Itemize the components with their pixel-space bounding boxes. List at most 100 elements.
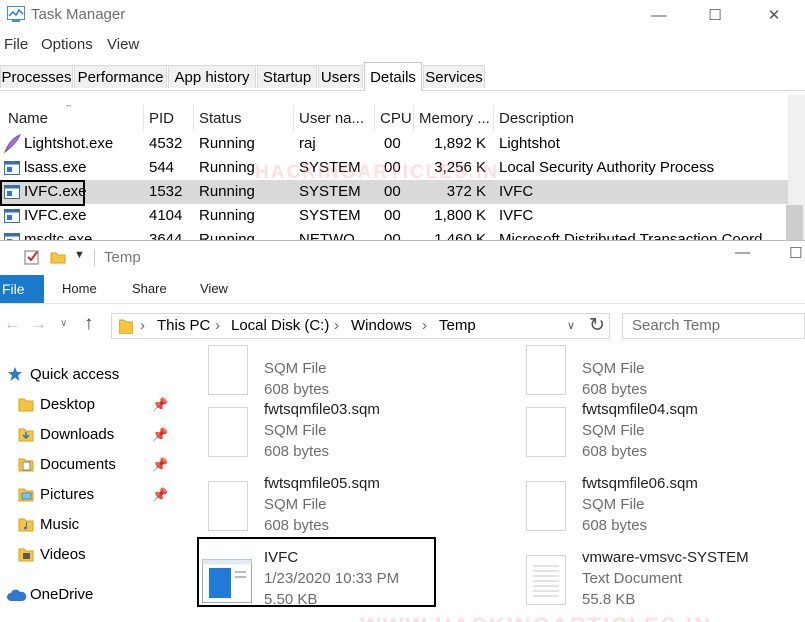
nav-item-documents[interactable]: Documents 📌 [0,453,175,477]
minimize-button[interactable]: — [636,0,682,30]
nav-item-downloads[interactable]: Downloads 📌 [0,423,175,447]
breadcrumb-local-disk[interactable]: Local Disk (C:) [231,317,329,334]
column-header-memory[interactable]: Memory ... [413,105,493,131]
column-header-name[interactable]: Name ⌃ [0,105,143,131]
process-user: NETWO... [299,231,368,240]
nav-item-videos[interactable]: Videos [0,543,175,567]
back-icon[interactable]: ← [4,314,21,334]
tab-services[interactable]: Services [423,65,485,88]
address-bar[interactable]: › This PC › Local Disk (C:) › Windows › … [111,313,610,339]
process-description: Microsoft Distributed Transaction Coord.… [499,231,775,240]
menu-file[interactable]: File [4,36,28,53]
nav-item-label: Pictures [40,486,95,503]
file-icon [526,481,566,531]
search-input[interactable]: Search Temp [622,313,805,339]
ribbon-tab-home[interactable]: Home [62,275,97,303]
title-bar: Task Manager — ☐ ✕ [0,0,805,32]
pin-icon[interactable]: 📌 [152,483,168,507]
window-title: Temp [104,249,141,266]
process-cpu: 00 [384,207,401,224]
breadcrumb-separator-icon: › [140,317,145,334]
nav-item-label: Desktop [40,396,96,413]
process-row[interactable]: IVFC.exe 4104 Running SYSTEM 00 1,800 K IVFC [0,204,788,228]
close-button[interactable]: ✕ [751,0,797,30]
nav-item-onedrive[interactable]: OneDrive [0,583,175,607]
tab-performance[interactable]: Performance [74,65,167,88]
nav-item-desktop[interactable]: Desktop 📌 [0,393,175,417]
maximize-button[interactable]: ☐ [789,244,802,262]
nav-item-label: Quick access [30,366,120,383]
file-list: SQM File 608 bytes SQM File 608 bytes fwtsqm… [190,345,805,622]
nav-item-pictures[interactable]: Pictures 📌 [0,483,175,507]
nav-item-label: OneDrive [30,586,94,603]
nav-item-label: Documents [40,456,116,473]
tab-processes[interactable]: Processes [0,65,73,88]
file-item[interactable]: fwtsqmfile06.sqm SQM File 608 bytes [518,475,805,545]
file-name: fwtsqmfile05.sqm [264,475,380,492]
sort-ascending-icon: ⌃ [64,105,74,115]
file-item[interactable]: SQM File 608 bytes [518,339,805,409]
scrollbar-thumb[interactable] [786,205,803,240]
feather-icon [4,132,22,156]
process-pid: 3644 [149,231,183,240]
process-list: Lightshot.exe 4532 Running raj 00 1,892 K Ligh… [0,132,788,240]
properties-icon[interactable] [24,249,40,265]
process-name: IVFC.exe [24,207,87,224]
documents-icon [18,456,34,480]
minimize-button[interactable]: — [735,244,750,261]
process-memory: 1,800 K [434,207,486,224]
ribbon-tab-view[interactable]: View [200,275,228,303]
pin-icon[interactable]: 📌 [152,393,168,417]
nav-item-label: Music [40,516,80,533]
file-size: 608 bytes [264,517,330,534]
file-item[interactable]: fwtsqmfile05.sqm SQM File 608 bytes [200,475,500,545]
up-icon[interactable]: ↑ [84,313,94,335]
process-user: SYSTEM [299,207,361,224]
file-item[interactable]: vmware-vmsvc-SYSTEM Text Document 55.8 KB [518,549,805,619]
process-row[interactable]: msdtc.exe 3644 Running NETWO... 00 1,460 K Mic… [0,228,788,240]
tab-users[interactable]: Users [318,65,363,88]
column-header-cpu[interactable]: CPU [374,105,413,131]
ribbon-tab-file[interactable]: File [0,275,44,303]
pin-icon[interactable]: 📌 [152,423,168,447]
task-manager-icon [7,6,25,22]
column-header-user[interactable]: User na... [293,105,374,131]
menu-options[interactable]: Options [41,36,93,53]
new-folder-icon[interactable] [50,249,66,265]
forward-icon[interactable]: → [30,314,47,334]
process-row[interactable]: Lightshot.exe 4532 Running raj 00 1,892 K Ligh… [0,132,788,156]
column-header-pid[interactable]: PID [143,105,193,131]
process-pid: 4104 [149,207,183,224]
column-header-status[interactable]: Status [193,105,293,131]
file-explorer-window: ▼ Temp — ☐ File Home Share View ← → ∨ ↑ … [0,240,805,622]
text-document-icon [526,555,566,605]
file-item[interactable]: fwtsqmfile04.sqm SQM File 608 bytes [518,401,805,471]
process-name: msdtc.exe [24,231,93,240]
process-description: Local Security Authority Process [499,159,715,176]
process-memory: 1,460 K [434,231,486,240]
column-header-description[interactable]: Description [493,105,788,131]
customize-toolbar-icon[interactable]: ▼ [74,249,85,261]
file-icon [208,481,248,531]
menu-view[interactable]: View [107,36,139,53]
tab-details[interactable]: Details [364,62,422,91]
recent-locations-icon[interactable]: ∨ [60,318,67,329]
file-item[interactable]: SQM File 608 bytes [200,339,500,409]
chevron-down-icon[interactable]: ∨ [567,319,575,332]
column-name-label: Name [8,110,49,127]
breadcrumb-this-pc[interactable]: This PC [157,317,210,334]
file-item[interactable]: fwtsqmfile03.sqm SQM File 608 bytes [200,401,500,471]
nav-item-music[interactable]: Music [0,513,175,537]
file-name: fwtsqmfile06.sqm [582,475,698,492]
window-title: Task Manager [31,6,126,23]
breadcrumb-windows[interactable]: Windows [351,317,412,334]
ribbon-tab-share[interactable]: Share [132,275,167,303]
tab-app-history[interactable]: App history [168,65,256,88]
tab-startup[interactable]: Startup [257,65,317,88]
refresh-icon[interactable]: ↻ [589,314,605,337]
file-size: 608 bytes [582,443,648,460]
maximize-button[interactable]: ☐ [692,0,738,30]
pin-icon[interactable]: 📌 [152,453,168,477]
nav-item-quick-access[interactable]: Quick access [0,363,175,387]
breadcrumb-temp[interactable]: Temp [439,317,476,334]
